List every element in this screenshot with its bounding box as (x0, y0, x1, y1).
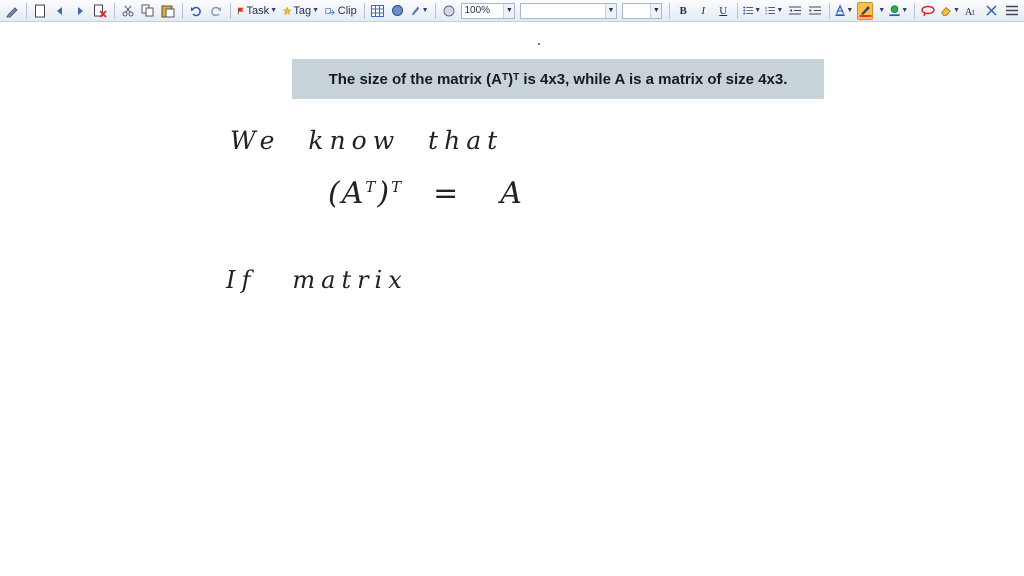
question-prefix: The size of the matrix (A (328, 70, 502, 88)
bold-button[interactable]: B (675, 2, 691, 20)
clip-button[interactable]: Clip (324, 2, 358, 20)
font-size-select[interactable]: ▼ (621, 2, 663, 19)
line3-word-1: If (226, 266, 257, 294)
equation-right: A (500, 176, 524, 211)
increase-indent-icon[interactable] (807, 2, 823, 20)
forward-arrow-icon[interactable] (72, 2, 88, 20)
lasso-icon[interactable] (920, 2, 936, 20)
undo-icon[interactable] (188, 2, 204, 20)
tag-button[interactable]: Tag ▼ (282, 2, 320, 20)
handwritten-line-1: We know that (230, 126, 504, 155)
chevron-down-icon: ▼ (650, 3, 662, 18)
toolbar-separator (229, 2, 231, 19)
bullet-list-icon[interactable]: ▼ (743, 2, 761, 20)
close-icon[interactable] (984, 2, 1000, 20)
font-color-icon[interactable]: ▼ (835, 2, 853, 20)
task-button[interactable]: Task ▼ (236, 2, 278, 20)
chevron-down-icon: ▼ (604, 3, 616, 18)
fill-color-icon[interactable]: ▼ (889, 2, 908, 20)
edit-pen-icon[interactable] (4, 2, 20, 20)
svg-text:I: I (972, 9, 975, 17)
toolbar-separator (363, 2, 365, 19)
equation-sup-2: T (391, 178, 404, 196)
question-sup-2: T (513, 71, 520, 83)
numbered-list-icon[interactable]: ▼ (765, 2, 783, 20)
new-page-icon[interactable] (32, 2, 48, 20)
back-arrow-icon[interactable] (52, 2, 68, 20)
table-icon[interactable] (370, 2, 386, 20)
pen-tool-icon[interactable]: ▼ (410, 2, 429, 20)
toolbar-separator (737, 2, 739, 19)
handwritten-equation: (AT)T = A (328, 176, 524, 211)
ink-dot (538, 43, 540, 45)
redo-icon[interactable] (208, 2, 224, 20)
clip-label: Clip (337, 4, 357, 17)
star-icon (283, 6, 292, 15)
flag-icon (237, 7, 244, 14)
cut-icon[interactable] (120, 2, 136, 20)
note-canvas[interactable]: The size of the matrix (A T) T is 4x3, whi… (0, 22, 1024, 576)
zoom-select[interactable]: 100% ▼ (460, 2, 516, 19)
chevron-down-icon: ▼ (754, 6, 762, 14)
chevron-down-icon: ▼ (312, 6, 320, 14)
tag-label: Tag (293, 4, 312, 17)
highlighter-icon[interactable] (857, 1, 874, 20)
chevron-down-icon: ▼ (776, 6, 784, 14)
chevron-down-icon: ▼ (421, 6, 429, 14)
chevron-down-icon: ▼ (270, 6, 278, 14)
eraser-icon[interactable]: ▼ (940, 2, 960, 20)
italic-button[interactable]: I (695, 2, 711, 20)
chevron-down-icon: ▼ (953, 6, 960, 14)
task-label: Task (246, 4, 270, 17)
chevron-down-icon[interactable]: ▼ (878, 7, 885, 14)
font-name-select[interactable]: ▼ (520, 2, 617, 19)
equation-sup-1: T (365, 178, 378, 196)
underline-button[interactable]: U (715, 2, 731, 20)
list-view-icon[interactable] (1004, 2, 1020, 20)
delete-page-icon[interactable] (92, 2, 108, 20)
toolbar-separator (434, 2, 436, 19)
chevron-down-icon: ▼ (503, 3, 515, 18)
toolbar-separator (914, 2, 916, 19)
toolbar-separator (669, 2, 671, 19)
toolbar-separator (829, 2, 831, 19)
chevron-down-icon: ▼ (901, 6, 909, 14)
toolbar-separator (113, 2, 115, 19)
clip-icon (325, 7, 335, 15)
zoom-value: 100% (464, 5, 491, 16)
toolbar-separator (181, 2, 183, 19)
font-style-icon[interactable]: AI (964, 2, 980, 20)
zoom-icon[interactable] (441, 2, 457, 20)
attach-file-icon[interactable] (390, 2, 406, 20)
question-image: The size of the matrix (A T) T is 4x3, whi… (292, 59, 824, 99)
equation-left: (A (328, 176, 366, 211)
line3-word-2: matrix (292, 266, 408, 294)
chevron-down-icon: ▼ (846, 6, 854, 14)
paste-icon[interactable] (160, 2, 176, 20)
question-sup-1: T (501, 71, 509, 83)
handwritten-line-3: If matrix (226, 266, 408, 294)
copy-icon[interactable] (140, 2, 156, 20)
question-suffix: is 4x3, while A is a matrix of size 4x3. (519, 70, 788, 88)
toolbar: Task ▼ Tag ▼ Clip ▼ 100% ▼ ▼ ▼ B I U ▼ ▼… (0, 0, 1024, 22)
equation-equals: = (433, 176, 461, 211)
equation-close: ) (377, 176, 392, 211)
toolbar-separator (26, 2, 27, 19)
decrease-indent-icon[interactable] (787, 2, 803, 20)
